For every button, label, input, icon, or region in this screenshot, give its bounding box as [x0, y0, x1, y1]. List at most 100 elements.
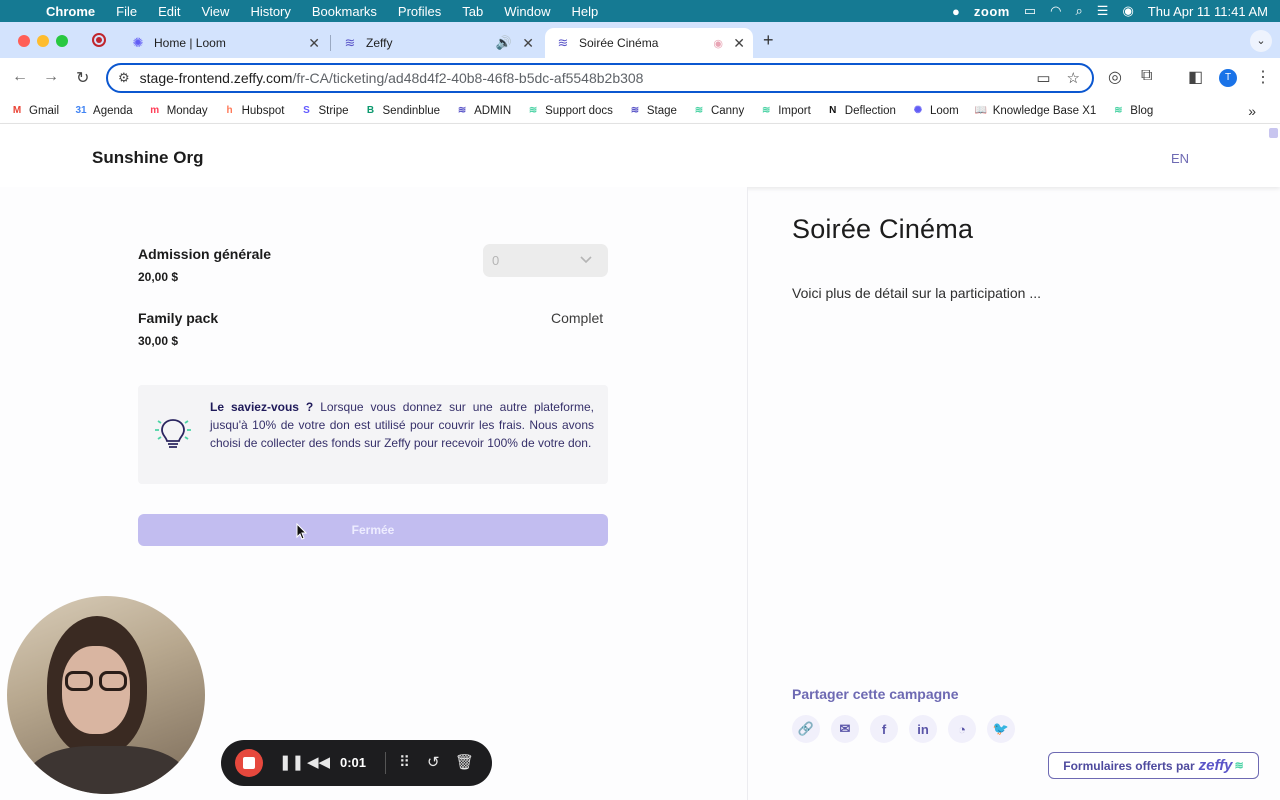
bookmark-stripe[interactable]: S Stripe	[299, 104, 348, 118]
side-panel-icon[interactable]: ◧	[1188, 67, 1203, 87]
bookmark-label: Hubspot	[241, 104, 285, 117]
camera-icon[interactable]: ▭	[1036, 69, 1050, 87]
zeffy-icon: ≋	[344, 35, 356, 50]
messenger-icon[interactable]: ◔	[948, 715, 976, 743]
bookmark-knowledge-base-x1[interactable]: 📖 Knowledge Base X1	[974, 104, 1096, 118]
site-info-icon[interactable]: ⚙	[118, 70, 130, 86]
bookmark-sendinblue[interactable]: B Sendinblue	[364, 104, 440, 118]
did-you-know-box: Le saviez-vous ? Lorsque vous donnez sur…	[138, 385, 608, 484]
chevron-down-icon	[580, 256, 592, 264]
back-arrow-icon[interactable]: ←	[12, 68, 28, 86]
pause-icon[interactable]: ❚❚	[279, 753, 304, 771]
bookmark-admin[interactable]: ≋ ADMIN	[455, 104, 511, 118]
wifi-icon[interactable]: ◠	[1050, 3, 1061, 19]
mouse-cursor-icon	[296, 523, 308, 540]
url-path: /fr-CA/ticketing/ad48d4f2-40b8-46f8-b5dc…	[292, 70, 644, 86]
bookmark-hubspot[interactable]: h Hubspot	[223, 104, 285, 118]
powered-by-zeffy-button[interactable]: Formulaires offerts par zeffy ≋	[1048, 752, 1259, 779]
ticket-name-general: Admission générale	[138, 246, 272, 262]
close-icon[interactable]: ✕	[733, 35, 745, 52]
loom-camera-bubble[interactable]	[7, 596, 205, 794]
tab-title: Soirée Cinéma	[579, 36, 659, 50]
bookmark-gmail[interactable]: M Gmail	[10, 104, 59, 118]
bookmark-star-icon[interactable]: ☆	[1067, 69, 1080, 87]
trash-icon[interactable]: 🗑	[455, 753, 474, 771]
language-toggle[interactable]: EN	[1171, 151, 1189, 166]
menu-history[interactable]: History	[250, 4, 290, 19]
zoom-status[interactable]: zoom	[974, 4, 1010, 19]
bookmark-label: Deflection	[844, 104, 896, 117]
menu-profiles[interactable]: Profiles	[398, 4, 441, 19]
tab-home-loom[interactable]: ✺ Home | Loom ✕	[120, 28, 328, 58]
more-menu-icon[interactable]: ⋮	[1255, 67, 1271, 87]
restart-icon[interactable]: ↺	[427, 753, 440, 771]
window-minimize-button[interactable]	[37, 35, 49, 47]
menu-tab[interactable]: Tab	[462, 4, 483, 19]
battery-icon[interactable]: ▭	[1024, 3, 1036, 19]
profile-avatar[interactable]: T	[1219, 69, 1237, 87]
window-close-button[interactable]	[18, 35, 30, 47]
tab-zeffy[interactable]: ≋ Zeffy 🔊 ✕	[332, 28, 542, 58]
bookmark-deflection[interactable]: N Deflection	[826, 104, 896, 118]
recording-dot-icon: ◉	[713, 37, 723, 50]
siri-icon[interactable]: ◉	[1122, 3, 1133, 19]
stop-recording-button[interactable]	[235, 749, 263, 777]
bookmark-loom[interactable]: ✺ Loom	[911, 104, 959, 118]
menu-view[interactable]: View	[201, 4, 229, 19]
scrollbar-thumb[interactable]	[1269, 128, 1278, 138]
reload-icon[interactable]: ↻	[76, 68, 89, 88]
menu-edit[interactable]: Edit	[158, 4, 180, 19]
sold-out-label: Complet	[551, 310, 604, 326]
bookmarks-overflow-icon[interactable]: »	[1248, 103, 1256, 119]
close-icon[interactable]: ✕	[308, 35, 320, 52]
bookmark-label: Gmail	[29, 104, 60, 117]
loom-recording-controls: ❚❚ ◀◀ 0:01 ⠿ ↺ 🗑	[221, 740, 492, 786]
stop-icon	[243, 757, 255, 769]
omnibox-actions: ▭ ☆	[1036, 69, 1080, 87]
recording-indicator-icon[interactable]: ●	[952, 4, 960, 19]
control-center-icon[interactable]: ☰	[1097, 3, 1109, 19]
spotlight-search-icon[interactable]: ⌕	[1076, 3, 1083, 19]
person-shoulders	[27, 746, 187, 794]
facebook-icon[interactable]: f	[870, 715, 898, 743]
bookmark-import[interactable]: ≋ Import	[759, 104, 811, 118]
loom-separator	[385, 752, 386, 774]
extensions-puzzle-icon[interactable]: ⧉	[1141, 67, 1152, 85]
bookmark-favicon-icon: m	[150, 105, 160, 116]
menu-window[interactable]: Window	[504, 4, 550, 19]
twitter-icon[interactable]: 🐦	[987, 715, 1015, 743]
email-icon[interactable]: ✉	[831, 715, 859, 743]
ticket-quantity-select[interactable]: 0	[483, 244, 608, 277]
grid-icon[interactable]: ⠿	[399, 753, 410, 771]
menu-bookmarks[interactable]: Bookmarks	[312, 4, 377, 19]
bookmark-favicon-icon: h	[226, 105, 233, 116]
menu-file[interactable]: File	[116, 4, 137, 19]
tab-title: Home | Loom	[154, 36, 226, 50]
bookmark-agenda[interactable]: 31 Agenda	[74, 104, 132, 118]
linkedin-icon[interactable]: in	[909, 715, 937, 743]
close-icon[interactable]: ✕	[522, 35, 534, 52]
bookmark-monday[interactable]: m Monday	[148, 104, 207, 118]
menu-help[interactable]: Help	[572, 4, 599, 19]
forward-arrow-icon[interactable]: →	[43, 68, 59, 86]
link-icon[interactable]: 🔗	[792, 715, 820, 743]
bookmark-stage[interactable]: ≋ Stage	[628, 104, 677, 118]
menu-app-name[interactable]: Chrome	[46, 4, 95, 19]
event-description: Voici plus de détail sur la participatio…	[792, 285, 1042, 301]
address-bar[interactable]: ⚙ stage-frontend.zeffy.com/fr-CA/ticketi…	[106, 63, 1094, 93]
bookmark-blog[interactable]: ≋ Blog	[1111, 104, 1153, 118]
rewind-icon[interactable]: ◀◀	[307, 753, 330, 771]
bookmark-canny[interactable]: ≋ Canny	[692, 104, 744, 118]
window-zoom-button[interactable]	[56, 35, 68, 47]
tab-soiree-cinema[interactable]: ≋ Soirée Cinéma ◉ ✕	[545, 28, 753, 58]
new-tab-button[interactable]: +	[763, 30, 774, 51]
audio-playing-icon[interactable]: 🔊	[496, 35, 512, 51]
extension-icon[interactable]: ◎	[1108, 67, 1122, 87]
menu-clock[interactable]: Thu Apr 11 11:41 AM	[1148, 4, 1268, 19]
bookmark-support-docs[interactable]: ≋ Support docs	[526, 104, 613, 118]
loom-recording-tab-icon[interactable]	[92, 33, 106, 47]
url-host: stage-frontend.zeffy.com	[139, 70, 293, 86]
closed-submit-button[interactable]: Fermée	[138, 514, 608, 546]
macos-menu-bar: Chrome File Edit View History Bookmarks …	[0, 0, 1280, 22]
tab-search-button[interactable]: ⌄	[1250, 30, 1272, 52]
